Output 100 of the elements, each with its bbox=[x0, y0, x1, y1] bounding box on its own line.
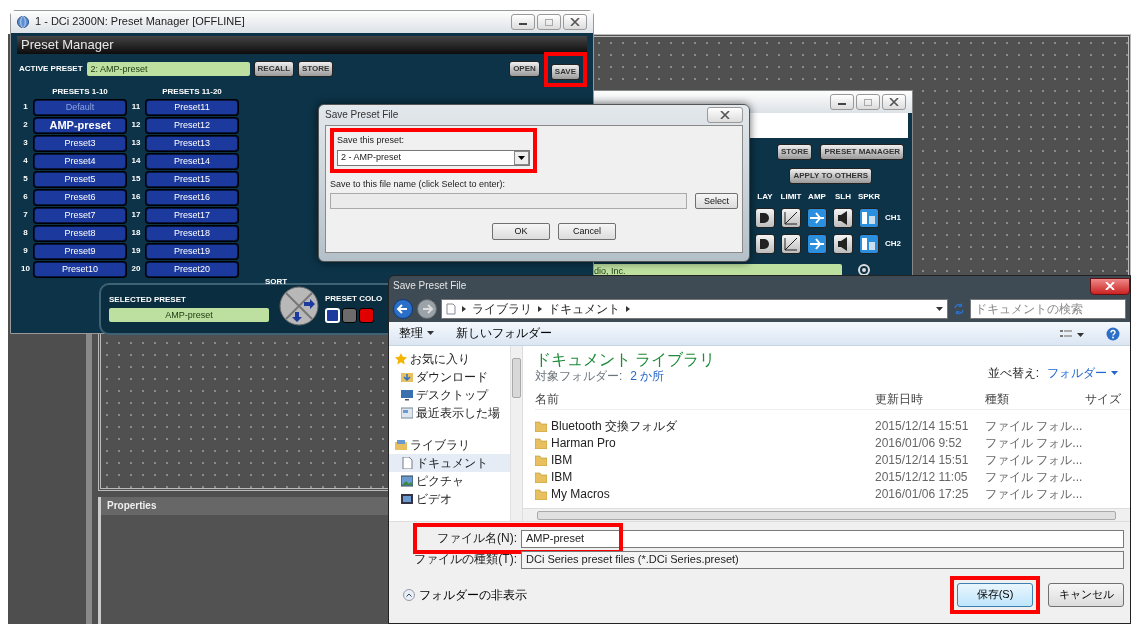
file-name[interactable]: IBM bbox=[535, 452, 875, 468]
close-button[interactable] bbox=[563, 14, 587, 30]
color-swatch[interactable] bbox=[359, 307, 374, 323]
file-name-field[interactable]: AMP-preset bbox=[521, 529, 1124, 548]
preset-button[interactable]: Preset11 bbox=[146, 99, 238, 115]
block-button[interactable] bbox=[781, 233, 801, 254]
scrollbar[interactable] bbox=[523, 508, 1130, 521]
preset-button[interactable]: Preset12 bbox=[146, 117, 238, 133]
block-label: LAY bbox=[757, 192, 773, 202]
block-label: SLH bbox=[835, 192, 851, 202]
preset-button[interactable]: Preset4 bbox=[34, 153, 126, 169]
field-label: Save to this file name (click Select to enter): bbox=[330, 178, 507, 190]
nav-item[interactable]: ドキュメント bbox=[389, 454, 510, 472]
nav-item[interactable]: 最近表示した場 bbox=[389, 404, 510, 422]
file-type: ファイル フォル... bbox=[985, 418, 1084, 434]
dropdown-arrow-icon[interactable] bbox=[936, 307, 943, 311]
nav-item[interactable]: お気に入り bbox=[389, 350, 510, 368]
preset-button[interactable]: Preset18 bbox=[146, 225, 238, 241]
breadcrumb-item[interactable]: ライブラリ bbox=[472, 301, 532, 317]
preset-number: 8 bbox=[22, 228, 29, 238]
file-name[interactable]: Bluetooth 交換フォルダ bbox=[535, 418, 875, 434]
chevron-icon bbox=[626, 306, 630, 312]
file-type: ファイル フォル... bbox=[985, 435, 1084, 451]
file-type-select[interactable]: DCi Series preset files (*.DCi Series.preset) bbox=[521, 550, 1124, 569]
preset-button[interactable]: Preset14 bbox=[146, 153, 238, 169]
back-button[interactable] bbox=[393, 299, 413, 319]
close-button[interactable] bbox=[707, 107, 743, 123]
device-button[interactable]: PRESET MANAGER bbox=[820, 144, 904, 160]
preset-button[interactable]: Preset16 bbox=[146, 189, 238, 205]
dialog-title: Save Preset File bbox=[325, 109, 399, 121]
dialog-button[interactable]: キャンセル bbox=[1048, 583, 1124, 607]
minimize-button[interactable] bbox=[830, 94, 854, 110]
color-swatch[interactable] bbox=[342, 307, 357, 323]
preset-button[interactable]: Preset17 bbox=[146, 207, 238, 223]
block-button[interactable] bbox=[781, 207, 801, 228]
block-label: AMP bbox=[808, 192, 826, 202]
preset-number: 12 bbox=[130, 120, 142, 130]
file-name-field[interactable] bbox=[330, 193, 687, 209]
file-name[interactable]: IBM bbox=[535, 469, 875, 485]
block-button[interactable] bbox=[755, 233, 775, 254]
hide-folders-button[interactable]: フォルダーの非表示 bbox=[403, 587, 527, 603]
sort-dropdown[interactable]: フォルダー bbox=[1047, 366, 1118, 381]
preset-button[interactable]: Preset15 bbox=[146, 171, 238, 187]
scrollbar[interactable] bbox=[510, 346, 522, 521]
toolbar-button[interactable]: 新しいフォルダー bbox=[456, 326, 552, 341]
preset-button[interactable]: Preset8 bbox=[34, 225, 126, 241]
preset-number: 18 bbox=[130, 228, 142, 238]
column-header[interactable]: 更新日時 bbox=[875, 391, 985, 407]
preset-button[interactable]: Preset5 bbox=[34, 171, 126, 187]
block-button[interactable] bbox=[755, 207, 775, 228]
preset-button[interactable]: AMP-preset bbox=[34, 117, 126, 133]
block-button[interactable] bbox=[859, 207, 879, 228]
column-heading: PRESETS 1-10 bbox=[51, 87, 109, 97]
preset-select[interactable]: 2 - AMP-preset bbox=[337, 149, 530, 166]
sort-button[interactable] bbox=[279, 286, 319, 327]
dialog-button[interactable]: 保存(S) bbox=[957, 583, 1033, 607]
file-name[interactable]: Harman Pro bbox=[535, 435, 875, 451]
close-button[interactable] bbox=[882, 94, 906, 110]
column-header[interactable]: サイズ bbox=[1085, 391, 1125, 407]
nav-item[interactable]: デスクトップ bbox=[389, 386, 510, 404]
forward-button[interactable] bbox=[417, 299, 437, 319]
preset-button[interactable]: Preset9 bbox=[34, 243, 126, 259]
dialog-button[interactable]: OK bbox=[492, 223, 550, 241]
block-button[interactable] bbox=[833, 233, 853, 254]
preset-button[interactable]: Preset6 bbox=[34, 189, 126, 205]
preset-button[interactable]: Default bbox=[34, 99, 126, 115]
toolbar-button[interactable]: 整理 bbox=[399, 326, 434, 341]
locations-link[interactable]: 2 か所 bbox=[630, 369, 665, 384]
dropdown-arrow-icon bbox=[518, 155, 525, 160]
search-field[interactable]: ドキュメントの検索 bbox=[970, 299, 1126, 319]
dialog-button[interactable]: Cancel bbox=[558, 223, 616, 241]
action-button[interactable]: RECALL bbox=[253, 61, 295, 77]
close-button[interactable] bbox=[1090, 277, 1130, 295]
action-button[interactable]: STORE bbox=[298, 61, 334, 77]
preset-button[interactable]: Preset7 bbox=[34, 207, 126, 223]
select-button[interactable]: Select bbox=[695, 192, 738, 210]
block-button[interactable] bbox=[807, 233, 827, 254]
file-button[interactable]: SAVE bbox=[550, 63, 580, 80]
nav-item[interactable]: ピクチャ bbox=[389, 472, 510, 490]
column-header[interactable]: 名前 bbox=[535, 391, 875, 407]
nav-item[interactable]: ライブラリ bbox=[389, 436, 510, 454]
preset-button[interactable]: Preset13 bbox=[146, 135, 238, 151]
breadcrumb-item[interactable]: ドキュメント bbox=[548, 301, 620, 317]
block-button[interactable] bbox=[859, 233, 879, 254]
block-button[interactable] bbox=[833, 207, 853, 228]
address-bar[interactable]: ライブラリ ドキュメント bbox=[441, 299, 948, 319]
device-button[interactable]: APPLY TO OTHERS bbox=[789, 168, 872, 184]
preset-button[interactable]: Preset10 bbox=[34, 261, 126, 277]
column-header[interactable]: 種類 bbox=[985, 391, 1085, 407]
view-options-icon[interactable] bbox=[1060, 328, 1084, 339]
minimize-button[interactable] bbox=[511, 14, 535, 30]
preset-button[interactable]: Preset19 bbox=[146, 243, 238, 259]
help-icon[interactable] bbox=[1106, 326, 1120, 341]
file-button[interactable]: OPEN bbox=[509, 61, 540, 77]
block-button[interactable] bbox=[807, 207, 827, 228]
preset-button[interactable]: Preset3 bbox=[34, 135, 126, 151]
preset-button[interactable]: Preset20 bbox=[146, 261, 238, 277]
device-button[interactable]: STORE bbox=[777, 144, 813, 160]
nav-item[interactable]: ダウンロード bbox=[389, 368, 510, 386]
logo-icon bbox=[858, 264, 870, 276]
